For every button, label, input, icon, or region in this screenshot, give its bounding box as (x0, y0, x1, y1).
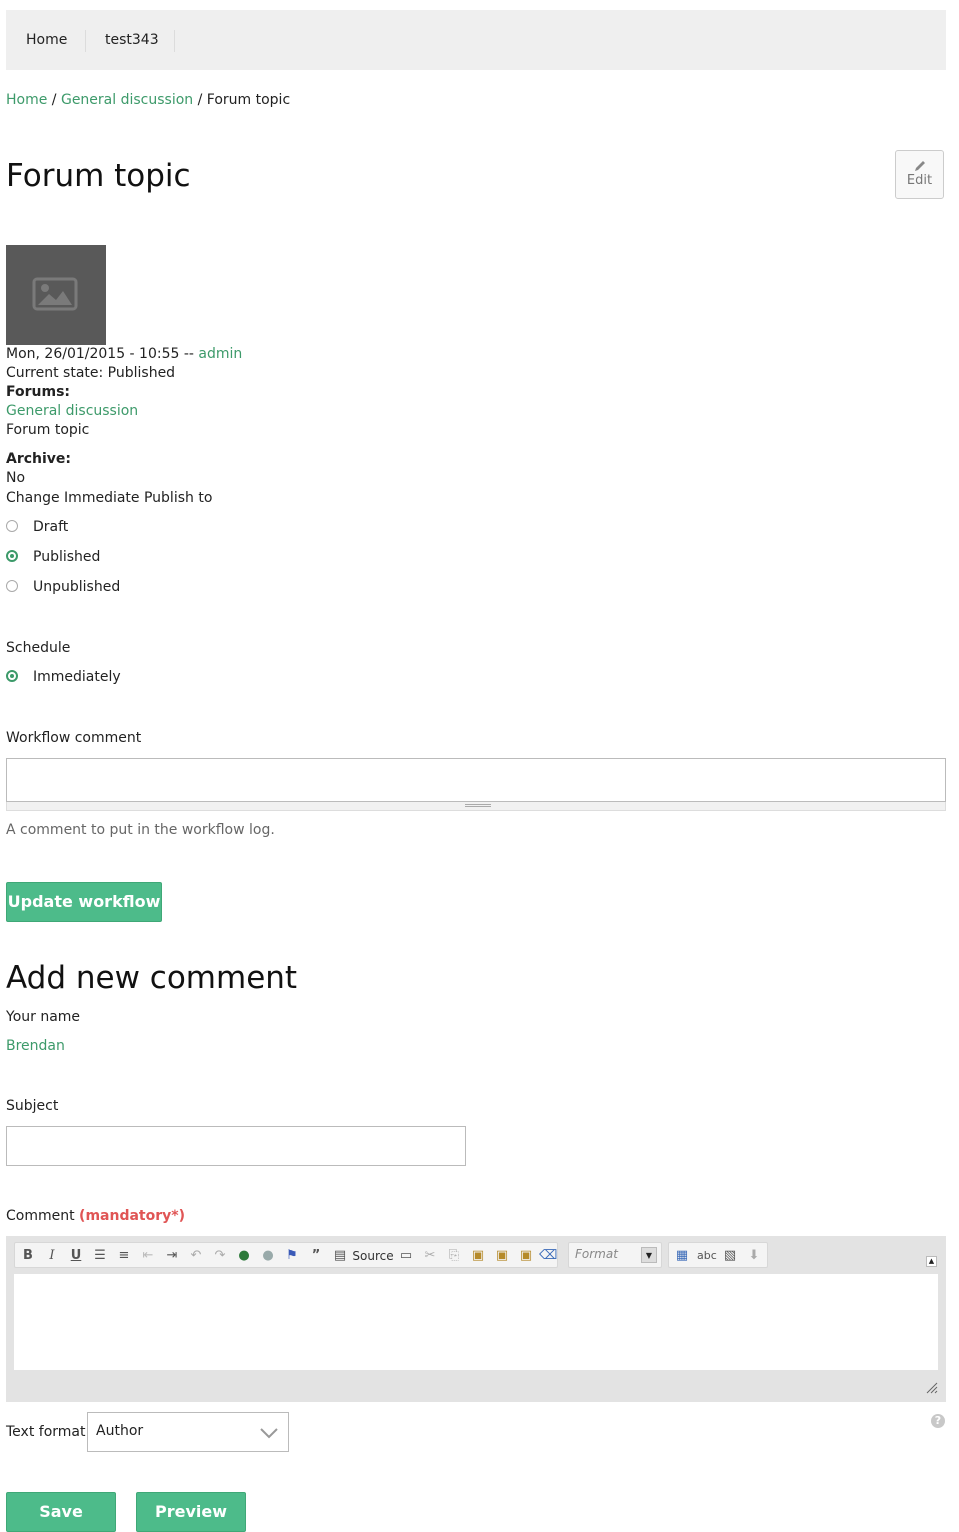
add-comment-heading: Add new comment (6, 960, 298, 996)
user-name-link[interactable]: Brendan (6, 1037, 65, 1056)
text-format-select[interactable]: Author (87, 1412, 289, 1452)
workflow-comment-label: Workflow comment (6, 730, 142, 746)
breadcrumb-separator: / (47, 92, 61, 108)
toolbar-group-main: B I U ☰ ≡ ⇤ ⇥ ↶ ↷ ● ● ⚑ ” ▤ Source ▭ ✂ ⎘… (14, 1242, 558, 1268)
radio-label: Published (33, 549, 101, 565)
undo-icon[interactable]: ↶ (187, 1247, 205, 1265)
archive-label: Archive: (6, 451, 72, 467)
format-dropdown-placeholder[interactable]: Format (575, 1247, 618, 1261)
current-state: Current state: Published (6, 365, 176, 381)
help-icon[interactable]: ? (931, 1414, 945, 1428)
spellcheck-icon[interactable]: abc (697, 1247, 717, 1265)
collapse-toolbar-icon[interactable]: ▲ (926, 1256, 937, 1267)
submitted-info: Mon, 26/01/2015 - 10:55 -- admin (6, 345, 242, 364)
bold-icon[interactable]: B (19, 1247, 37, 1265)
format-dropdown-arrow-icon[interactable]: ▼ (641, 1247, 657, 1263)
numbered-list-icon[interactable]: ≡ (115, 1247, 133, 1265)
italic-icon[interactable]: I (43, 1247, 61, 1265)
comment-label-row: Comment (mandatory*) (6, 1207, 185, 1226)
bulleted-list-icon[interactable]: ☰ (91, 1247, 109, 1265)
forums-label: Forums: (6, 384, 71, 400)
cut-icon[interactable]: ✂ (421, 1247, 439, 1265)
nav-divider (174, 30, 175, 52)
outdent-icon[interactable]: ⇤ (139, 1247, 157, 1265)
image-icon[interactable]: ▧ (721, 1247, 739, 1265)
table-icon[interactable]: ▦ (673, 1247, 691, 1265)
text-format-selected: Author (96, 1423, 144, 1439)
link-icon[interactable]: ● (235, 1247, 253, 1265)
remove-format-icon[interactable]: ⌫ (539, 1247, 557, 1265)
avatar (6, 245, 106, 345)
anchor-icon[interactable]: ⚑ (283, 1247, 301, 1265)
comment-label: Comment (6, 1208, 75, 1224)
horizontal-rule-icon[interactable]: ▭ (397, 1247, 415, 1265)
redo-icon[interactable]: ↷ (211, 1247, 229, 1265)
textarea-resize-grip[interactable] (6, 802, 946, 811)
save-button[interactable]: Save (6, 1492, 116, 1532)
forum-link[interactable]: General discussion (6, 402, 138, 421)
breadcrumb-forum-link[interactable]: General discussion (61, 92, 193, 108)
nav-item-home[interactable]: Home (26, 10, 67, 70)
radio-button-checked[interactable] (6, 670, 18, 682)
radio-button[interactable] (6, 520, 18, 532)
subject-input[interactable] (6, 1126, 466, 1166)
paste-icon[interactable]: ▣ (469, 1247, 487, 1265)
paste-text-icon[interactable]: ▣ (493, 1247, 511, 1265)
forum-item: Forum topic (6, 422, 90, 438)
edit-button[interactable]: Edit (895, 150, 944, 199)
breadcrumb-current: Forum topic (206, 92, 291, 108)
archive-value: No (6, 470, 26, 486)
paste-word-icon[interactable]: ▣ (517, 1247, 535, 1265)
radio-label: Draft (33, 519, 69, 535)
breadcrumb-home-link[interactable]: Home (6, 92, 47, 108)
mandatory-marker: (mandatory*) (79, 1208, 185, 1224)
source-icon[interactable]: ▤ (331, 1247, 349, 1265)
radio-button[interactable] (6, 580, 18, 592)
underline-icon[interactable]: U (67, 1247, 85, 1265)
download-icon[interactable]: ⬇ (745, 1247, 763, 1265)
workflow-comment-textarea[interactable] (6, 758, 946, 802)
subject-label: Subject (6, 1098, 59, 1114)
radio-label: Immediately (33, 669, 121, 685)
page-title: Forum topic (6, 158, 191, 194)
preview-button[interactable]: Preview (136, 1492, 246, 1532)
unlink-icon[interactable]: ● (259, 1247, 277, 1265)
author-link[interactable]: admin (198, 346, 242, 362)
top-navigation: Home test343 (6, 10, 946, 70)
nav-divider (85, 30, 86, 52)
chevron-down-icon (260, 1428, 278, 1439)
blockquote-icon[interactable]: ” (307, 1247, 325, 1265)
source-button-label[interactable]: Source (351, 1247, 395, 1265)
schedule-label: Schedule (6, 640, 71, 656)
update-workflow-button[interactable]: Update workflow (6, 882, 162, 922)
text-format-label: Text format (6, 1424, 86, 1440)
radio-label: Unpublished (33, 579, 121, 595)
radio-button-checked[interactable] (6, 550, 18, 562)
edit-button-label: Edit (906, 173, 933, 188)
nav-item-test343[interactable]: test343 (105, 10, 159, 70)
indent-icon[interactable]: ⇥ (163, 1247, 181, 1265)
workflow-comment-description: A comment to put in the workflow log. (6, 822, 275, 838)
resize-handle-icon[interactable] (926, 1382, 938, 1394)
post-date: Mon, 26/01/2015 - 10:55 -- (6, 346, 199, 362)
change-state-label: Change Immediate Publish to (6, 490, 213, 506)
image-placeholder-icon (32, 277, 78, 311)
rich-text-editor: B I U ☰ ≡ ⇤ ⇥ ↶ ↷ ● ● ⚑ ” ▤ Source ▭ ✂ ⎘… (6, 1236, 946, 1402)
toolbar-group-insert: ▦ abc ▧ ⬇ (668, 1242, 768, 1268)
your-name-label: Your name (6, 1009, 81, 1025)
pencil-icon (914, 161, 925, 171)
breadcrumb-separator: / (193, 92, 207, 108)
copy-icon[interactable]: ⎘ (445, 1247, 463, 1265)
breadcrumb: Home / General discussion / Forum topic (6, 90, 290, 110)
comment-edit-area[interactable] (14, 1274, 938, 1370)
toolbar-group-format: Format ▼ (568, 1242, 662, 1268)
